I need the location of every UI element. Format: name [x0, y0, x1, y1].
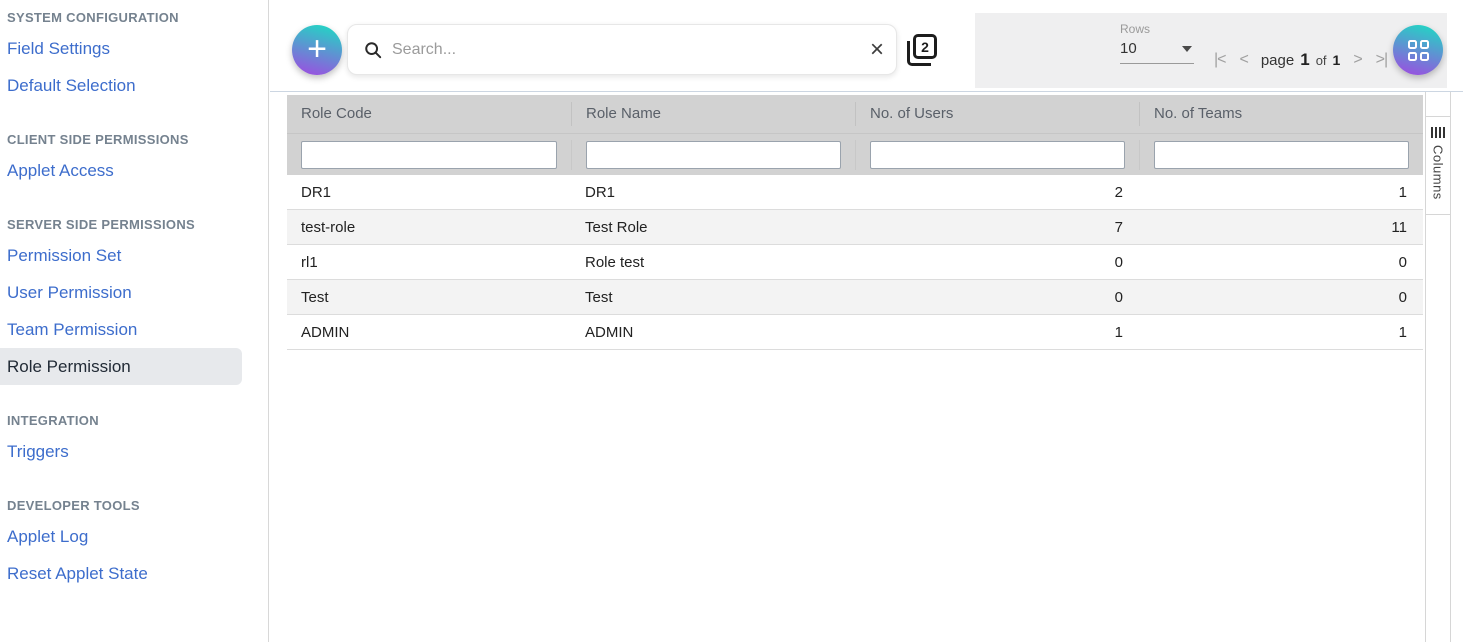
- column-header-role-name[interactable]: Role Name: [571, 102, 855, 126]
- filter-role-code-input[interactable]: [301, 141, 557, 169]
- sidebar-item-role-permission[interactable]: Role Permission: [0, 348, 242, 385]
- sidebar-item-field-settings[interactable]: Field Settings: [0, 30, 242, 67]
- clear-search-icon[interactable]: ×: [870, 38, 884, 62]
- side-panel-strip: Columns: [1425, 92, 1451, 642]
- section-developer-tools: DEVELOPER TOOLS Applet Log Reset Applet …: [7, 494, 268, 592]
- cell-role-code: ADMIN: [287, 324, 571, 341]
- rows-value: 10: [1120, 40, 1137, 57]
- sidebar-item-team-permission[interactable]: Team Permission: [0, 311, 242, 348]
- cell-no-of-users: 0: [855, 254, 1139, 271]
- sidebar-divider: [268, 0, 269, 642]
- columns-tab-label: Columns: [1431, 145, 1446, 200]
- sidebar-item-applet-log[interactable]: Applet Log: [0, 518, 242, 555]
- table-row[interactable]: ADMIN ADMIN 1 1: [287, 315, 1423, 350]
- cell-role-code: DR1: [287, 184, 571, 201]
- view-switcher-button[interactable]: [1393, 25, 1443, 75]
- rows-label: Rows: [1120, 22, 1194, 36]
- section-title: CLIENT SIDE PERMISSIONS: [7, 128, 268, 152]
- section-title: SYSTEM CONFIGURATION: [7, 6, 268, 30]
- sidebar-item-triggers[interactable]: Triggers: [0, 433, 242, 470]
- section-server-side-permissions: SERVER SIDE PERMISSIONS Permission Set U…: [7, 213, 268, 385]
- pagination: |< < page 1 of 1 > >|: [1207, 50, 1394, 70]
- section-title: SERVER SIDE PERMISSIONS: [7, 213, 268, 237]
- columns-icon: [1431, 127, 1445, 138]
- roles-table: Role Code Role Name No. of Users No. of …: [287, 95, 1423, 350]
- section-title: INTEGRATION: [7, 409, 268, 433]
- plus-icon: +: [307, 32, 327, 66]
- table-row[interactable]: rl1 Role test 0 0: [287, 245, 1423, 280]
- add-role-button[interactable]: +: [292, 25, 342, 75]
- settings-sidebar: SYSTEM CONFIGURATION Field Settings Defa…: [0, 0, 268, 642]
- grid-view-icon: [1408, 40, 1429, 61]
- cell-role-code: test-role: [287, 219, 571, 236]
- cell-role-name: ADMIN: [571, 324, 855, 341]
- cell-no-of-teams: 1: [1139, 184, 1423, 201]
- rows-per-page-select[interactable]: Rows 10: [1120, 22, 1194, 64]
- table-body: DR1 DR1 2 1 test-role Test Role 7 11 rl1…: [287, 175, 1423, 350]
- table-row[interactable]: Test Test 0 0: [287, 280, 1423, 315]
- side-panel-spacer: [1426, 92, 1450, 117]
- cell-role-name: DR1: [571, 184, 855, 201]
- cell-no-of-users: 0: [855, 289, 1139, 306]
- cell-no-of-users: 2: [855, 184, 1139, 201]
- filter-no-of-teams-input[interactable]: [1154, 141, 1409, 169]
- last-page-button[interactable]: >|: [1369, 51, 1395, 69]
- column-header-role-code[interactable]: Role Code: [287, 102, 571, 126]
- current-page: 1: [1300, 50, 1309, 70]
- section-title: DEVELOPER TOOLS: [7, 494, 268, 518]
- sidebar-item-default-selection[interactable]: Default Selection: [0, 67, 242, 104]
- sidebar-item-user-permission[interactable]: User Permission: [0, 274, 242, 311]
- prev-page-button[interactable]: <: [1233, 51, 1255, 69]
- toolbar-separator: [270, 91, 1463, 92]
- section-client-side-permissions: CLIENT SIDE PERMISSIONS Applet Access: [7, 128, 268, 189]
- cell-no-of-users: 7: [855, 219, 1139, 236]
- sidebar-item-reset-applet-state[interactable]: Reset Applet State: [0, 555, 242, 592]
- filter-no-of-users-input[interactable]: [870, 141, 1125, 169]
- role-permission-page: SYSTEM CONFIGURATION Field Settings Defa…: [0, 0, 1463, 642]
- cell-no-of-users: 1: [855, 324, 1139, 341]
- cell-role-code: Test: [287, 289, 571, 306]
- sidebar-item-permission-set[interactable]: Permission Set: [0, 237, 242, 274]
- pagination-panel: Rows 10 |< < page 1 of 1 > >|: [975, 13, 1447, 88]
- column-header-no-of-users[interactable]: No. of Users: [855, 102, 1139, 126]
- section-integration: INTEGRATION Triggers: [7, 409, 268, 470]
- first-page-button[interactable]: |<: [1207, 51, 1233, 69]
- cell-role-name: Role test: [571, 254, 855, 271]
- page-label: page: [1261, 52, 1294, 69]
- table-header-row: Role Code Role Name No. of Users No. of …: [287, 95, 1423, 133]
- cell-no-of-teams: 11: [1139, 219, 1423, 236]
- cell-no-of-teams: 0: [1139, 254, 1423, 271]
- total-pages: 1: [1333, 52, 1341, 68]
- saved-filters-icon[interactable]: 2: [907, 34, 937, 66]
- next-page-button[interactable]: >: [1346, 51, 1368, 69]
- stack-front-sheet-icon: 2: [913, 34, 937, 59]
- table-row[interactable]: DR1 DR1 2 1: [287, 175, 1423, 210]
- cell-no-of-teams: 0: [1139, 289, 1423, 306]
- of-label: of: [1316, 53, 1327, 68]
- table-filter-row: [287, 133, 1423, 175]
- section-system-configuration: SYSTEM CONFIGURATION Field Settings Defa…: [7, 6, 268, 104]
- main-content: + × 2 Rows 10 |< <: [270, 0, 1463, 642]
- cell-no-of-teams: 1: [1139, 324, 1423, 341]
- columns-panel-tab[interactable]: Columns: [1426, 117, 1450, 215]
- chevron-down-icon: [1182, 46, 1192, 52]
- table-row[interactable]: test-role Test Role 7 11: [287, 210, 1423, 245]
- sidebar-item-applet-access[interactable]: Applet Access: [0, 152, 242, 189]
- cell-role-name: Test Role: [571, 219, 855, 236]
- search-input[interactable]: [392, 41, 870, 59]
- column-header-no-of-teams[interactable]: No. of Teams: [1139, 102, 1423, 126]
- filter-role-name-input[interactable]: [586, 141, 841, 169]
- search-box[interactable]: ×: [347, 24, 897, 75]
- search-icon: [364, 41, 382, 59]
- cell-role-code: rl1: [287, 254, 571, 271]
- cell-role-name: Test: [571, 289, 855, 306]
